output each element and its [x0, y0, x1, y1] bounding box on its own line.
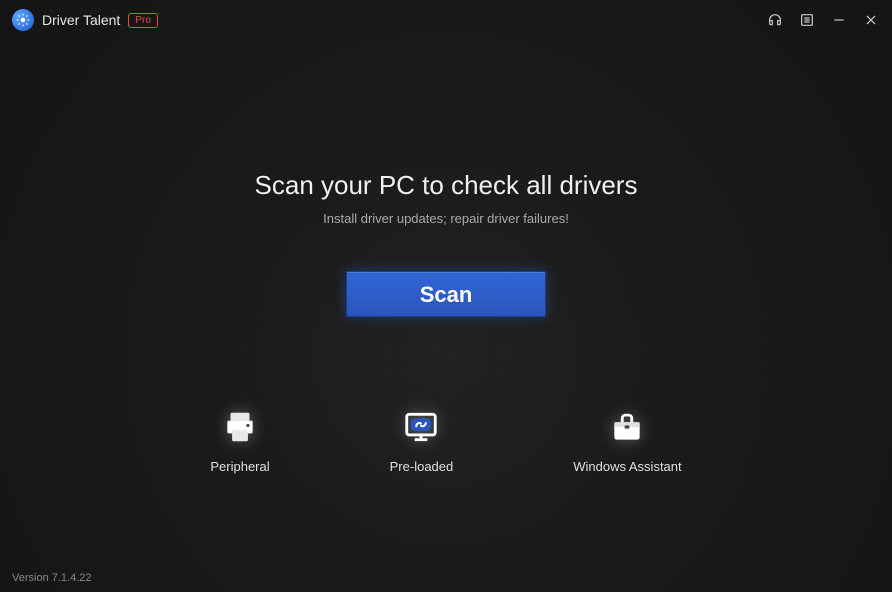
tool-peripheral[interactable]: Peripheral — [210, 407, 269, 474]
headline: Scan your PC to check all drivers — [0, 170, 892, 201]
tool-windows-assistant[interactable]: Windows Assistant — [573, 407, 681, 474]
minimize-icon[interactable] — [830, 11, 848, 29]
app-logo-icon — [12, 9, 34, 31]
titlebar-right — [766, 11, 880, 29]
tool-label: Pre-loaded — [390, 459, 454, 474]
tools-row: Peripheral Pre-loaded — [0, 407, 892, 474]
version-label: Version 7.1.4.22 — [12, 572, 92, 584]
app-title: Driver Talent — [42, 12, 120, 28]
subtext: Install driver updates; repair driver fa… — [0, 211, 892, 226]
main-content: Scan your PC to check all drivers Instal… — [0, 40, 892, 474]
support-icon[interactable] — [766, 11, 784, 29]
menu-icon[interactable] — [798, 11, 816, 29]
pro-badge: Pro — [128, 13, 158, 28]
scan-button[interactable]: Scan — [346, 271, 546, 317]
tool-preloaded[interactable]: Pre-loaded — [390, 407, 454, 474]
tool-label: Peripheral — [210, 459, 269, 474]
titlebar-left: Driver Talent Pro — [12, 9, 158, 31]
titlebar: Driver Talent Pro — [0, 0, 892, 40]
tool-label: Windows Assistant — [573, 459, 681, 474]
toolbox-icon — [607, 407, 647, 447]
printer-icon — [220, 407, 260, 447]
preloaded-icon — [401, 407, 441, 447]
close-icon[interactable] — [862, 11, 880, 29]
